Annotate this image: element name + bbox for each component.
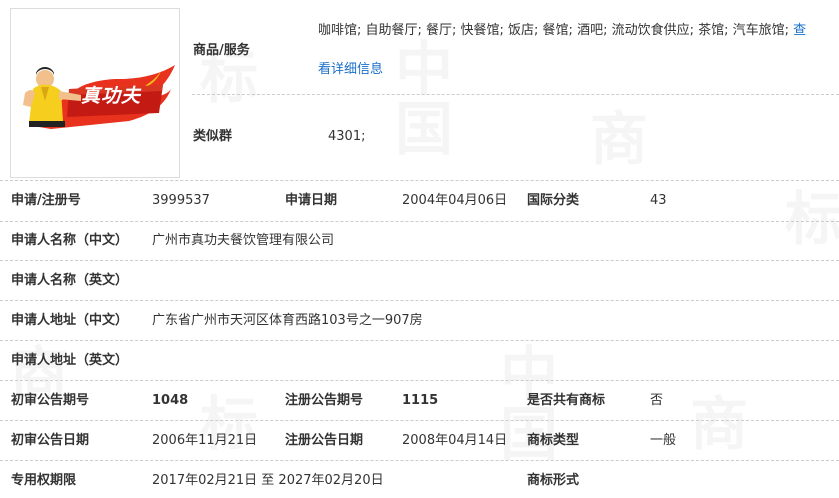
mark-type-label: 商标类型	[527, 433, 580, 448]
logo-brand-text: 真功夫	[81, 85, 142, 107]
term-label: 专用权期限	[11, 473, 77, 488]
divider	[0, 300, 839, 301]
application-date-label: 申请日期	[285, 193, 338, 208]
shared-mark-value: 否	[650, 393, 664, 408]
intl-class-label: 国际分类	[527, 193, 580, 208]
similar-group-value: 4301;	[328, 129, 366, 144]
reg-issue-label: 注册公告期号	[285, 393, 364, 408]
applicant-address-cn-label: 申请人地址（中文）	[11, 313, 129, 328]
goods-services-text: 咖啡馆; 自助餐厅; 餐厅; 快餐馆; 饭店; 餐馆; 酒吧; 流动饮食供应; …	[318, 23, 789, 38]
term-value: 2017年02月21日 至 2027年02月20日	[152, 473, 384, 488]
watermark-glyph: 国	[395, 100, 453, 158]
watermark-glyph: 商	[690, 395, 748, 453]
intl-class-value: 43	[650, 193, 667, 208]
divider	[0, 260, 839, 261]
view-details-link[interactable]: 看详细信息	[318, 61, 383, 79]
divider	[0, 221, 839, 222]
watermark-glyph: 商	[590, 110, 648, 168]
applicant-address-cn-value: 广东省广州市天河区体育西路103号之一907房	[152, 313, 423, 328]
applicant-name-cn-value: 广州市真功夫餐饮管理有限公司	[152, 233, 335, 248]
applicant-name-cn-label: 申请人名称（中文）	[11, 233, 129, 248]
watermark-glyph: 中	[395, 40, 453, 98]
watermark-glyph: 标	[785, 190, 839, 248]
divider	[0, 340, 839, 341]
prelim-issue-label: 初审公告期号	[11, 393, 90, 408]
view-details-link-start[interactable]: 查	[793, 23, 806, 38]
divider	[0, 420, 839, 421]
reg-no-label: 申请/注册号	[11, 193, 81, 208]
similar-group-label: 类似群	[193, 129, 233, 144]
application-date-value: 2004年04月06日	[402, 193, 508, 208]
applicant-name-en-label: 申请人名称（英文）	[11, 273, 129, 288]
reg-issue-value: 1115	[402, 393, 439, 408]
reg-date-label: 注册公告日期	[285, 433, 364, 448]
goods-services-label: 商品/服务	[193, 43, 250, 58]
reg-date-value: 2008年04月14日	[402, 433, 508, 448]
divider	[0, 180, 839, 181]
prelim-date-label: 初审公告日期	[11, 433, 90, 448]
prelim-issue-value: 1048	[152, 393, 189, 408]
divider	[0, 380, 839, 381]
divider	[0, 460, 839, 461]
applicant-address-en-label: 申请人地址（英文）	[11, 353, 129, 368]
divider	[192, 94, 839, 95]
shared-mark-label: 是否共有商标	[527, 393, 606, 408]
prelim-date-value: 2006年11月21日	[152, 433, 258, 448]
trademark-image: 真功夫	[10, 8, 180, 178]
goods-services-value: 咖啡馆; 自助餐厅; 餐厅; 快餐馆; 饭店; 餐馆; 酒吧; 流动饮食供应; …	[318, 22, 839, 40]
mark-type-value: 一般	[650, 433, 677, 448]
mark-form-label: 商标形式	[527, 473, 580, 488]
reg-no-value: 3999537	[152, 193, 210, 208]
